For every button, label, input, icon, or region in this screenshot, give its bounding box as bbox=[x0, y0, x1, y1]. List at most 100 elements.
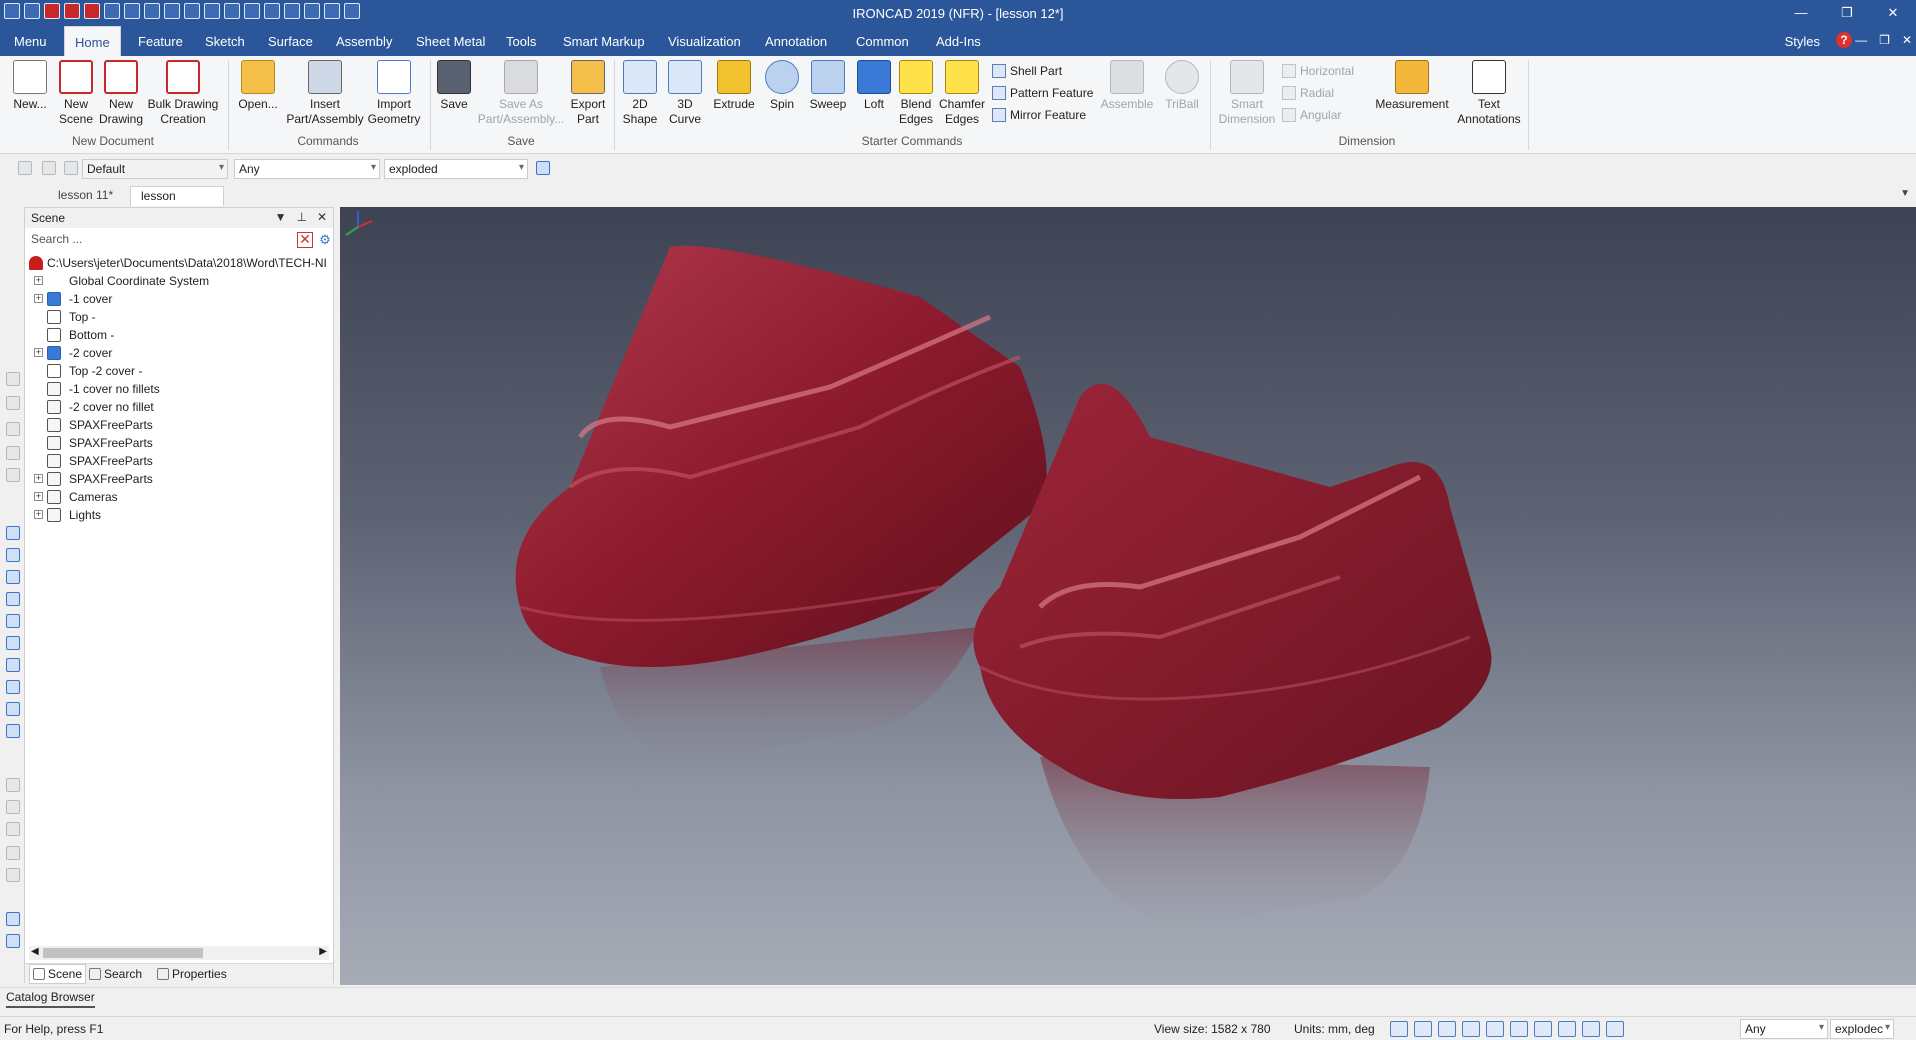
triball-button[interactable]: TriBall bbox=[1160, 60, 1204, 112]
spin-button[interactable]: Spin bbox=[762, 60, 802, 112]
scene-tree-item[interactable]: Bottom - bbox=[27, 326, 333, 344]
mdi-minimize-icon[interactable]: — bbox=[1855, 33, 1867, 47]
shape-icon-9[interactable] bbox=[6, 702, 20, 716]
styles-dropdown[interactable]: Styles bbox=[1785, 34, 1820, 49]
expand-icon[interactable]: + bbox=[34, 492, 43, 501]
expand-icon[interactable]: + bbox=[34, 474, 43, 483]
tool-icon-4[interactable] bbox=[6, 446, 20, 460]
view-cube-icon[interactable] bbox=[1438, 1021, 1456, 1037]
shape-icon-1[interactable] bbox=[6, 526, 20, 540]
tool-icon-11[interactable] bbox=[6, 912, 20, 926]
clear-search-icon[interactable]: ✕ bbox=[297, 232, 313, 248]
part-cover-1[interactable] bbox=[515, 245, 1047, 668]
expand-icon[interactable]: + bbox=[34, 510, 43, 519]
tool-icon-7[interactable] bbox=[6, 800, 20, 814]
tool-icon-3[interactable] bbox=[6, 422, 20, 436]
scene-tree-item[interactable]: -2 cover no fillet bbox=[27, 398, 333, 416]
measurement-button[interactable]: Measurement bbox=[1372, 60, 1452, 112]
tool-icon-5[interactable] bbox=[6, 468, 20, 482]
zoom-window-icon[interactable] bbox=[1414, 1021, 1432, 1037]
tab-common[interactable]: Common bbox=[846, 26, 919, 56]
tabs-dropdown-icon[interactable]: ▼ bbox=[1900, 188, 1910, 199]
assemble-button[interactable]: Assemble bbox=[1098, 60, 1156, 112]
tab-home[interactable]: Home bbox=[64, 26, 121, 56]
configuration-icon[interactable] bbox=[536, 161, 550, 175]
visibility-icon[interactable] bbox=[1582, 1021, 1600, 1037]
doc-tab-lesson-11[interactable]: lesson 11* bbox=[48, 186, 123, 206]
shape-icon-7[interactable] bbox=[6, 658, 20, 672]
scene-tree-item[interactable]: C:\Users\jeter\Documents\Data\2018\Word\… bbox=[27, 254, 333, 272]
tab-assembly[interactable]: Assembly bbox=[326, 26, 402, 56]
configuration-combo[interactable]: exploded bbox=[384, 159, 528, 179]
scene-tree-item[interactable]: -1 cover no fillets bbox=[27, 380, 333, 398]
tab-menu[interactable]: Menu bbox=[4, 26, 57, 56]
tab-add-ins[interactable]: Add-Ins bbox=[926, 26, 991, 56]
tab-sheet-metal[interactable]: Sheet Metal bbox=[406, 26, 495, 56]
style-combo[interactable]: Default bbox=[82, 159, 228, 179]
extrude-button[interactable]: Extrude bbox=[710, 60, 758, 112]
new-button[interactable]: New... bbox=[8, 60, 52, 112]
camera-icon[interactable] bbox=[1558, 1021, 1576, 1037]
scene-tree-item[interactable]: + -2 cover bbox=[27, 344, 333, 362]
shape-icon-2[interactable] bbox=[6, 548, 20, 562]
standard-views-icon[interactable] bbox=[1462, 1021, 1480, 1037]
pin-icon[interactable]: ⊥ bbox=[296, 210, 306, 224]
scroll-left-icon[interactable]: ◀ bbox=[31, 946, 39, 957]
loft-button[interactable]: Loft bbox=[854, 60, 894, 112]
scroll-right-icon[interactable]: ▶ bbox=[319, 946, 327, 957]
scene-tree-item[interactable]: + Global Coordinate System bbox=[27, 272, 333, 290]
scene-tree-item[interactable]: Top - bbox=[27, 308, 333, 326]
doc-tab-lesson-12[interactable]: lesson 12*✕ bbox=[130, 186, 224, 222]
save-button[interactable]: Save bbox=[436, 60, 472, 112]
insert-part-button[interactable]: Insert Part/Assembly bbox=[284, 60, 366, 127]
tool-icon-2[interactable] bbox=[6, 396, 20, 410]
shading-icon[interactable] bbox=[1486, 1021, 1504, 1037]
tab-feature[interactable]: Feature bbox=[128, 26, 193, 56]
scene-tree-item[interactable]: SPAXFreeParts bbox=[27, 452, 333, 470]
expand-icon[interactable]: + bbox=[34, 276, 43, 285]
open-button[interactable]: Open... bbox=[236, 60, 280, 112]
select-icon[interactable] bbox=[64, 161, 78, 175]
horizontal-scrollbar[interactable]: ◀ ▶ bbox=[29, 946, 329, 960]
smart-dimension-button[interactable]: Smart Dimension bbox=[1218, 60, 1276, 127]
expand-icon[interactable]: + bbox=[34, 348, 43, 357]
status-filter-combo[interactable]: Any bbox=[1740, 1019, 1828, 1039]
tab-smart-markup[interactable]: Smart Markup bbox=[553, 26, 655, 56]
text-annotations-button[interactable]: Text Annotations bbox=[1456, 60, 1522, 127]
2d-shape-button[interactable]: 2D Shape bbox=[620, 60, 660, 127]
chamfer-edges-button[interactable]: Chamfer Edges bbox=[938, 60, 986, 127]
shape-icon-5[interactable] bbox=[6, 614, 20, 628]
scene-tree-item[interactable]: + Lights bbox=[27, 506, 333, 524]
close-button[interactable]: ✕ bbox=[1870, 0, 1916, 26]
render-mode-icon[interactable] bbox=[1510, 1021, 1528, 1037]
part-cover-2[interactable] bbox=[973, 383, 1492, 799]
tab-tools[interactable]: Tools bbox=[496, 26, 546, 56]
tool-icon-6[interactable] bbox=[6, 778, 20, 792]
expand-icon[interactable]: + bbox=[34, 294, 43, 303]
scene-tree-item[interactable]: + Cameras bbox=[27, 488, 333, 506]
mdi-restore-icon[interactable]: ❐ bbox=[1879, 33, 1890, 47]
tab-properties[interactable]: Properties bbox=[157, 967, 227, 981]
shape-icon-6[interactable] bbox=[6, 636, 20, 650]
mdi-close-icon[interactable]: ✕ bbox=[1902, 33, 1912, 47]
scene-tree-item[interactable]: + SPAXFreeParts bbox=[27, 470, 333, 488]
angular-dimension-button[interactable]: Angular bbox=[1282, 108, 1341, 122]
tab-search[interactable]: Search bbox=[89, 967, 142, 981]
shell-part-button[interactable]: Shell Part bbox=[992, 64, 1062, 78]
panel-close-icon[interactable]: ✕ bbox=[317, 210, 327, 224]
3d-curve-button[interactable]: 3D Curve bbox=[666, 60, 704, 127]
minimize-button[interactable]: — bbox=[1778, 0, 1824, 26]
scene-tree-item[interactable]: SPAXFreeParts bbox=[27, 434, 333, 452]
mirror-feature-button[interactable]: Mirror Feature bbox=[992, 108, 1086, 122]
shape-icon-4[interactable] bbox=[6, 592, 20, 606]
shape-icon-10[interactable] bbox=[6, 724, 20, 738]
tool-icon-1[interactable] bbox=[6, 372, 20, 386]
search-options-icon[interactable]: ⚙ bbox=[317, 232, 333, 248]
shape-icon-8[interactable] bbox=[6, 680, 20, 694]
bulk-drawing-button[interactable]: Bulk Drawing Creation bbox=[146, 60, 220, 127]
tool-icon-8[interactable] bbox=[6, 822, 20, 836]
pattern-feature-button[interactable]: Pattern Feature bbox=[992, 86, 1093, 100]
blend-edges-button[interactable]: Blend Edges bbox=[896, 60, 936, 127]
pointer-icon[interactable] bbox=[1606, 1021, 1624, 1037]
3d-viewport[interactable] bbox=[340, 207, 1916, 985]
